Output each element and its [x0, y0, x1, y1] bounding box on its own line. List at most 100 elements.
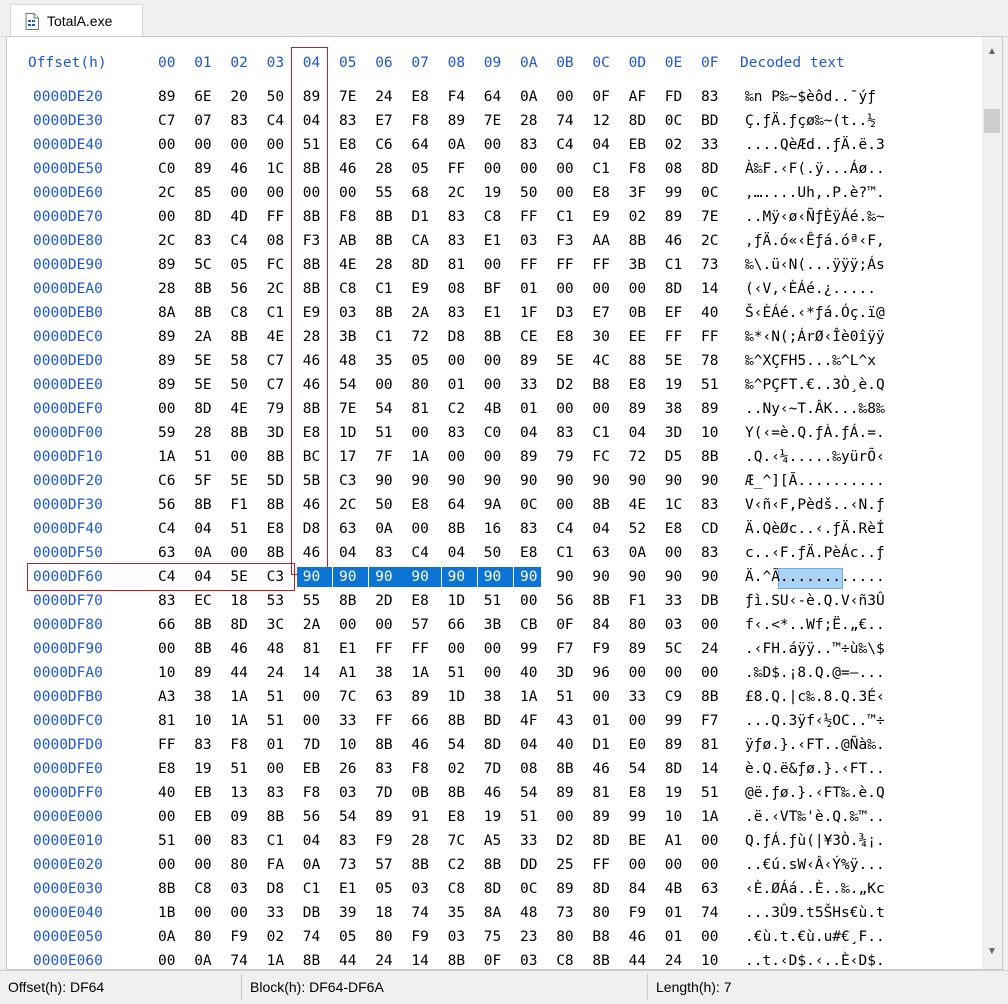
- row-offset[interactable]: 0000DE90: [33, 255, 103, 275]
- hex-byte[interactable]: 90: [296, 567, 333, 587]
- hex-byte[interactable]: 00: [230, 183, 247, 203]
- hex-byte[interactable]: FA: [267, 855, 284, 875]
- hex-byte[interactable]: 81: [411, 399, 428, 419]
- hex-byte[interactable]: 7C: [448, 831, 465, 851]
- hex-byte[interactable]: 00: [158, 399, 175, 419]
- hex-byte[interactable]: 91: [411, 807, 428, 827]
- decoded-text[interactable]: ..€ú.sW‹Â‹Ý%ÿ...: [745, 855, 885, 875]
- hex-byte[interactable]: 89: [194, 663, 211, 683]
- hex-byte[interactable]: 3F: [629, 183, 646, 203]
- hex-byte[interactable]: 46: [303, 495, 320, 515]
- hex-byte[interactable]: C3: [267, 567, 284, 587]
- hex-byte[interactable]: F7: [556, 639, 573, 659]
- hex-byte[interactable]: 1A: [158, 447, 175, 467]
- hex-byte[interactable]: 8A: [484, 903, 501, 923]
- hex-byte[interactable]: 66: [448, 615, 465, 635]
- hex-byte[interactable]: 80: [592, 903, 609, 923]
- hex-byte[interactable]: 0A: [194, 543, 211, 563]
- hex-byte[interactable]: 63: [339, 519, 356, 539]
- hex-byte[interactable]: C1: [267, 303, 284, 323]
- hex-byte[interactable]: 51: [230, 519, 247, 539]
- row-offset[interactable]: 0000DEF0: [33, 399, 103, 419]
- hex-byte[interactable]: 83: [701, 495, 718, 515]
- decoded-text[interactable]: À‰F.‹F(.ÿ...Áø..: [745, 159, 885, 179]
- hex-byte[interactable]: 90: [701, 471, 718, 491]
- hex-byte[interactable]: 03: [339, 303, 356, 323]
- hex-byte[interactable]: 00: [230, 447, 247, 467]
- hex-byte[interactable]: 1A: [411, 663, 428, 683]
- hex-byte[interactable]: 00: [629, 855, 646, 875]
- hex-byte[interactable]: E9: [411, 279, 428, 299]
- hex-byte[interactable]: 4C: [592, 351, 609, 371]
- hex-byte[interactable]: A1: [665, 831, 682, 851]
- hex-byte[interactable]: 51: [520, 807, 537, 827]
- hex-byte[interactable]: 90: [514, 567, 542, 587]
- hex-byte[interactable]: 24: [375, 87, 392, 107]
- hex-byte[interactable]: C8: [448, 879, 465, 899]
- hex-byte[interactable]: 40: [556, 735, 573, 755]
- hex-byte[interactable]: 1B: [158, 903, 175, 923]
- hex-byte[interactable]: 6E: [194, 87, 211, 107]
- decoded-text[interactable]: ‹È.ØÁá..È..‰.„Kc: [745, 879, 885, 899]
- hex-byte[interactable]: 3D: [665, 423, 682, 443]
- hex-byte[interactable]: 90: [520, 471, 537, 491]
- hex-byte[interactable]: 00: [158, 639, 175, 659]
- hex-byte[interactable]: C4: [411, 543, 428, 563]
- hex-byte[interactable]: F9: [411, 927, 428, 947]
- hex-byte[interactable]: D2: [556, 831, 573, 851]
- hex-byte[interactable]: 1A: [520, 687, 537, 707]
- hex-byte[interactable]: 00: [303, 687, 320, 707]
- hex-byte[interactable]: 90: [665, 471, 682, 491]
- hex-byte[interactable]: F9: [629, 903, 646, 923]
- hex-byte[interactable]: 0F: [484, 951, 501, 969]
- scroll-down-icon[interactable]: ▼: [982, 943, 1002, 961]
- hex-byte[interactable]: 83: [520, 519, 537, 539]
- hex-byte[interactable]: 63: [158, 543, 175, 563]
- hex-byte[interactable]: 19: [194, 759, 211, 779]
- hex-byte[interactable]: 84: [629, 879, 646, 899]
- hex-byte[interactable]: D1: [592, 735, 609, 755]
- hex-byte[interactable]: 81: [448, 255, 465, 275]
- row-offset[interactable]: 0000DF10: [33, 447, 103, 467]
- hex-byte[interactable]: 7D: [375, 783, 392, 803]
- hex-byte[interactable]: 10: [701, 951, 718, 969]
- hex-byte[interactable]: 4B: [665, 879, 682, 899]
- hex-byte[interactable]: 68: [411, 183, 428, 203]
- hex-byte[interactable]: 8D: [592, 879, 609, 899]
- hex-byte[interactable]: 03: [665, 615, 682, 635]
- hex-byte[interactable]: 57: [411, 615, 428, 635]
- row-offset[interactable]: 0000E040: [33, 903, 103, 923]
- row-offset[interactable]: 0000DF30: [33, 495, 103, 515]
- hex-byte[interactable]: 51: [267, 711, 284, 731]
- hex-byte[interactable]: 81: [303, 639, 320, 659]
- hex-byte[interactable]: 81: [592, 783, 609, 803]
- hex-byte[interactable]: 8B: [448, 519, 465, 539]
- hex-byte[interactable]: 89: [194, 159, 211, 179]
- row-offset[interactable]: 0000E000: [33, 807, 103, 827]
- hex-byte[interactable]: C0: [484, 423, 501, 443]
- hex-byte[interactable]: 01: [665, 903, 682, 923]
- hex-byte[interactable]: 08: [665, 159, 682, 179]
- hex-byte[interactable]: 19: [484, 807, 501, 827]
- hex-byte[interactable]: 8B: [303, 207, 320, 227]
- hex-byte[interactable]: 5D: [267, 471, 284, 491]
- hex-byte[interactable]: 8B: [448, 783, 465, 803]
- hex-byte[interactable]: 2C: [448, 183, 465, 203]
- hex-byte[interactable]: 44: [230, 663, 247, 683]
- hex-byte[interactable]: 83: [701, 543, 718, 563]
- hex-byte[interactable]: 7E: [701, 207, 718, 227]
- hex-byte[interactable]: 48: [339, 351, 356, 371]
- hex-byte[interactable]: E8: [520, 543, 537, 563]
- hex-byte[interactable]: C8: [556, 951, 573, 969]
- hex-byte[interactable]: D3: [556, 303, 573, 323]
- hex-byte[interactable]: 66: [411, 711, 428, 731]
- hex-byte[interactable]: 28: [411, 831, 428, 851]
- hex-byte[interactable]: 8B: [339, 591, 356, 611]
- hex-byte[interactable]: 00: [194, 903, 211, 923]
- hex-byte[interactable]: 12: [592, 111, 609, 131]
- hex-byte[interactable]: C2: [448, 855, 465, 875]
- hex-byte[interactable]: 02: [629, 207, 646, 227]
- hex-byte[interactable]: 8B: [375, 735, 392, 755]
- hex-byte[interactable]: 33: [520, 375, 537, 395]
- hex-byte[interactable]: 03: [448, 927, 465, 947]
